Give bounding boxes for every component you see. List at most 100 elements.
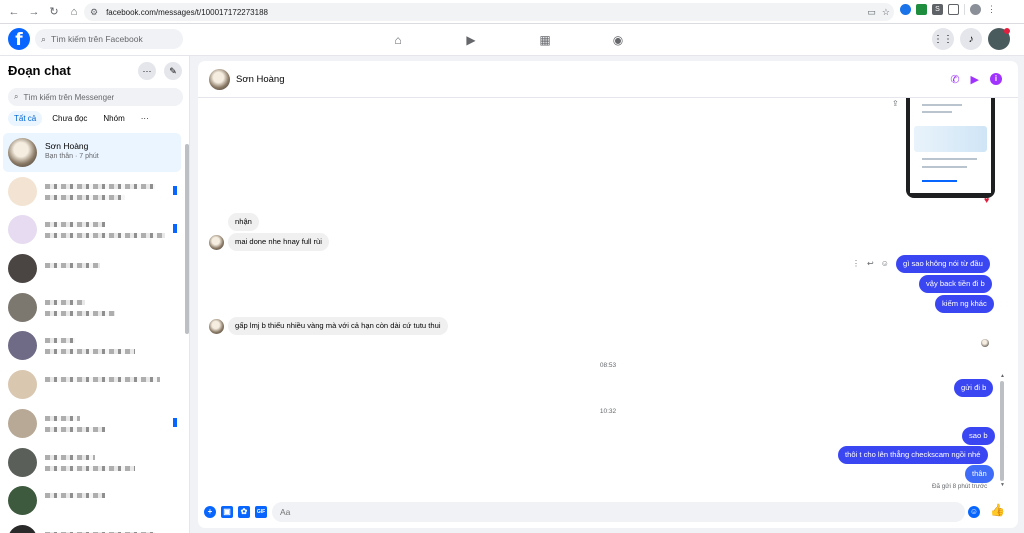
chat-subtitle: Bạn thân · 7 phút xyxy=(45,153,99,160)
unread-indicator xyxy=(173,185,177,195)
avatar xyxy=(8,447,37,477)
menu-grid-icon[interactable]: ⋮⋮ xyxy=(932,28,954,50)
list-item[interactable] xyxy=(3,210,181,249)
list-item[interactable] xyxy=(3,365,181,404)
chat-sidebar: Đoạn chat ··· ✎ ⌕ Tìm kiếm trên Messenge… xyxy=(0,56,190,533)
image-detail xyxy=(922,158,977,160)
facebook-search-input[interactable]: ⌕ Tìm kiếm trên Facebook xyxy=(35,29,183,49)
react-icon[interactable]: ☺ xyxy=(881,259,889,268)
like-thumb-icon[interactable]: 👍 xyxy=(990,503,1005,517)
address-bar[interactable]: ⚙ facebook.com/messages/t/10001717227318… xyxy=(84,3,894,21)
avatar xyxy=(8,408,37,438)
chat-scrollbar[interactable] xyxy=(1000,381,1004,481)
avatar xyxy=(8,215,37,245)
list-item[interactable] xyxy=(3,326,181,365)
bookmark-star-icon[interactable]: ☆ xyxy=(882,7,890,18)
list-item[interactable] xyxy=(3,288,181,327)
forward-icon[interactable]: → xyxy=(24,2,44,22)
message-outgoing[interactable]: vậy back tiền đi b xyxy=(919,275,992,293)
list-item[interactable] xyxy=(3,443,181,482)
gif-icon[interactable]: GIF xyxy=(255,506,267,518)
info-icon[interactable]: i xyxy=(990,73,1002,85)
avatar xyxy=(8,524,37,533)
profile-avatar-icon[interactable] xyxy=(970,4,981,15)
timestamp: 10:32 xyxy=(599,408,617,415)
shared-image[interactable] xyxy=(906,98,995,198)
redacted-text xyxy=(45,338,75,344)
more-options-icon[interactable]: ⋮ xyxy=(852,259,860,268)
extension-icon-1[interactable] xyxy=(900,4,911,15)
sidebar-scrollbar[interactable] xyxy=(185,144,189,334)
extension-icon-2[interactable] xyxy=(916,4,927,15)
chat-name: Sơn Hoàng xyxy=(45,141,89,151)
avatar xyxy=(8,486,37,516)
tab-unread[interactable]: Chưa đọc xyxy=(46,111,93,126)
message-incoming[interactable]: mai done nhe hnay full rùi xyxy=(228,233,329,251)
sticker-icon[interactable]: ✿ xyxy=(238,506,250,518)
chat-list: Sơn Hoàng Bạn thân · 7 phút xyxy=(3,133,181,533)
reload-icon[interactable]: ↻ xyxy=(44,2,64,22)
tab-groups[interactable]: Nhóm xyxy=(97,111,130,126)
site-info-icon[interactable]: ⚙ xyxy=(90,7,98,18)
facebook-logo[interactable]: f xyxy=(8,28,30,50)
message-incoming[interactable]: gấp lmj b thiếu nhiều vàng mà với cả hạn… xyxy=(228,317,448,335)
new-message-icon[interactable]: ✎ xyxy=(164,62,182,80)
plus-icon[interactable]: + xyxy=(204,506,216,518)
list-item[interactable] xyxy=(3,404,181,443)
avatar xyxy=(8,292,37,322)
message-outgoing[interactable]: thân xyxy=(965,465,994,483)
avatar xyxy=(209,319,224,334)
contact-name[interactable]: Sơn Hoàng xyxy=(236,74,284,85)
scroll-down-icon[interactable]: ▼ xyxy=(1000,482,1005,488)
more-options-icon[interactable]: ··· xyxy=(138,62,156,80)
contact-avatar[interactable] xyxy=(209,69,230,90)
url-text: facebook.com/messages/t/100017172273188 xyxy=(106,7,268,17)
message-outgoing[interactable]: kiếm ng khác xyxy=(935,295,994,313)
redacted-text xyxy=(45,310,115,316)
search-icon: ⌕ xyxy=(14,92,19,101)
messenger-search-input[interactable]: ⌕ Tìm kiếm trên Messenger xyxy=(8,88,183,106)
home-nav-icon[interactable]: ⌂ xyxy=(390,32,406,48)
message-input[interactable] xyxy=(272,502,965,522)
message-outgoing[interactable]: sao b xyxy=(962,427,995,445)
scroll-up-icon[interactable]: ▲ xyxy=(1000,373,1005,379)
avatar xyxy=(8,370,37,400)
redacted-text xyxy=(45,222,105,228)
tab-all[interactable]: Tất cả xyxy=(8,111,43,126)
message-outgoing[interactable]: gửi đi b xyxy=(954,379,994,397)
message-incoming[interactable]: nhận xyxy=(228,213,259,231)
share-icon[interactable]: ⇪ xyxy=(892,99,899,108)
menu-dots-icon[interactable]: ⋮ xyxy=(986,4,997,15)
redacted-text xyxy=(45,299,85,305)
tab-more[interactable]: ··· xyxy=(135,111,155,126)
message-outgoing[interactable]: gì sao không nói từ đầu xyxy=(896,255,990,273)
install-icon[interactable]: ▭ xyxy=(867,7,876,18)
puzzle-icon[interactable] xyxy=(948,4,959,15)
image-content xyxy=(910,98,991,193)
video-nav-icon[interactable]: ▶ xyxy=(463,32,479,48)
account-avatar[interactable] xyxy=(988,28,1010,50)
gaming-nav-icon[interactable]: ◉ xyxy=(610,32,626,48)
message-outgoing[interactable]: thôi t cho lên thẳng checkscam ngồi nhé xyxy=(838,446,988,464)
marketplace-nav-icon[interactable]: ▦ xyxy=(537,32,553,48)
list-item[interactable] xyxy=(3,249,181,288)
reply-icon[interactable]: ↩ xyxy=(867,259,874,268)
message-actions: ⋮ ↩ ☺ xyxy=(852,259,889,268)
image-icon[interactable]: ▣ xyxy=(221,506,233,518)
list-item[interactable] xyxy=(3,481,181,520)
notifications-bell-icon[interactable]: ♪ xyxy=(960,28,982,50)
list-item[interactable] xyxy=(3,520,181,533)
timestamp: 08:53 xyxy=(599,362,617,369)
extension-icon-3[interactable]: S xyxy=(932,4,943,15)
seen-avatar xyxy=(981,339,989,347)
phone-call-icon[interactable]: ✆ xyxy=(950,73,959,86)
emoji-icon[interactable]: ☺ xyxy=(968,506,980,518)
list-item[interactable] xyxy=(3,172,181,211)
video-call-icon[interactable]: ▶ xyxy=(971,73,979,86)
home-icon[interactable]: ⌂ xyxy=(64,2,84,22)
heart-reaction-icon[interactable]: ♥ xyxy=(984,195,989,205)
redacted-text xyxy=(45,454,95,460)
back-icon[interactable]: ← xyxy=(4,2,24,22)
unread-indicator xyxy=(173,224,177,234)
list-item[interactable]: Sơn Hoàng Bạn thân · 7 phút xyxy=(3,133,181,172)
